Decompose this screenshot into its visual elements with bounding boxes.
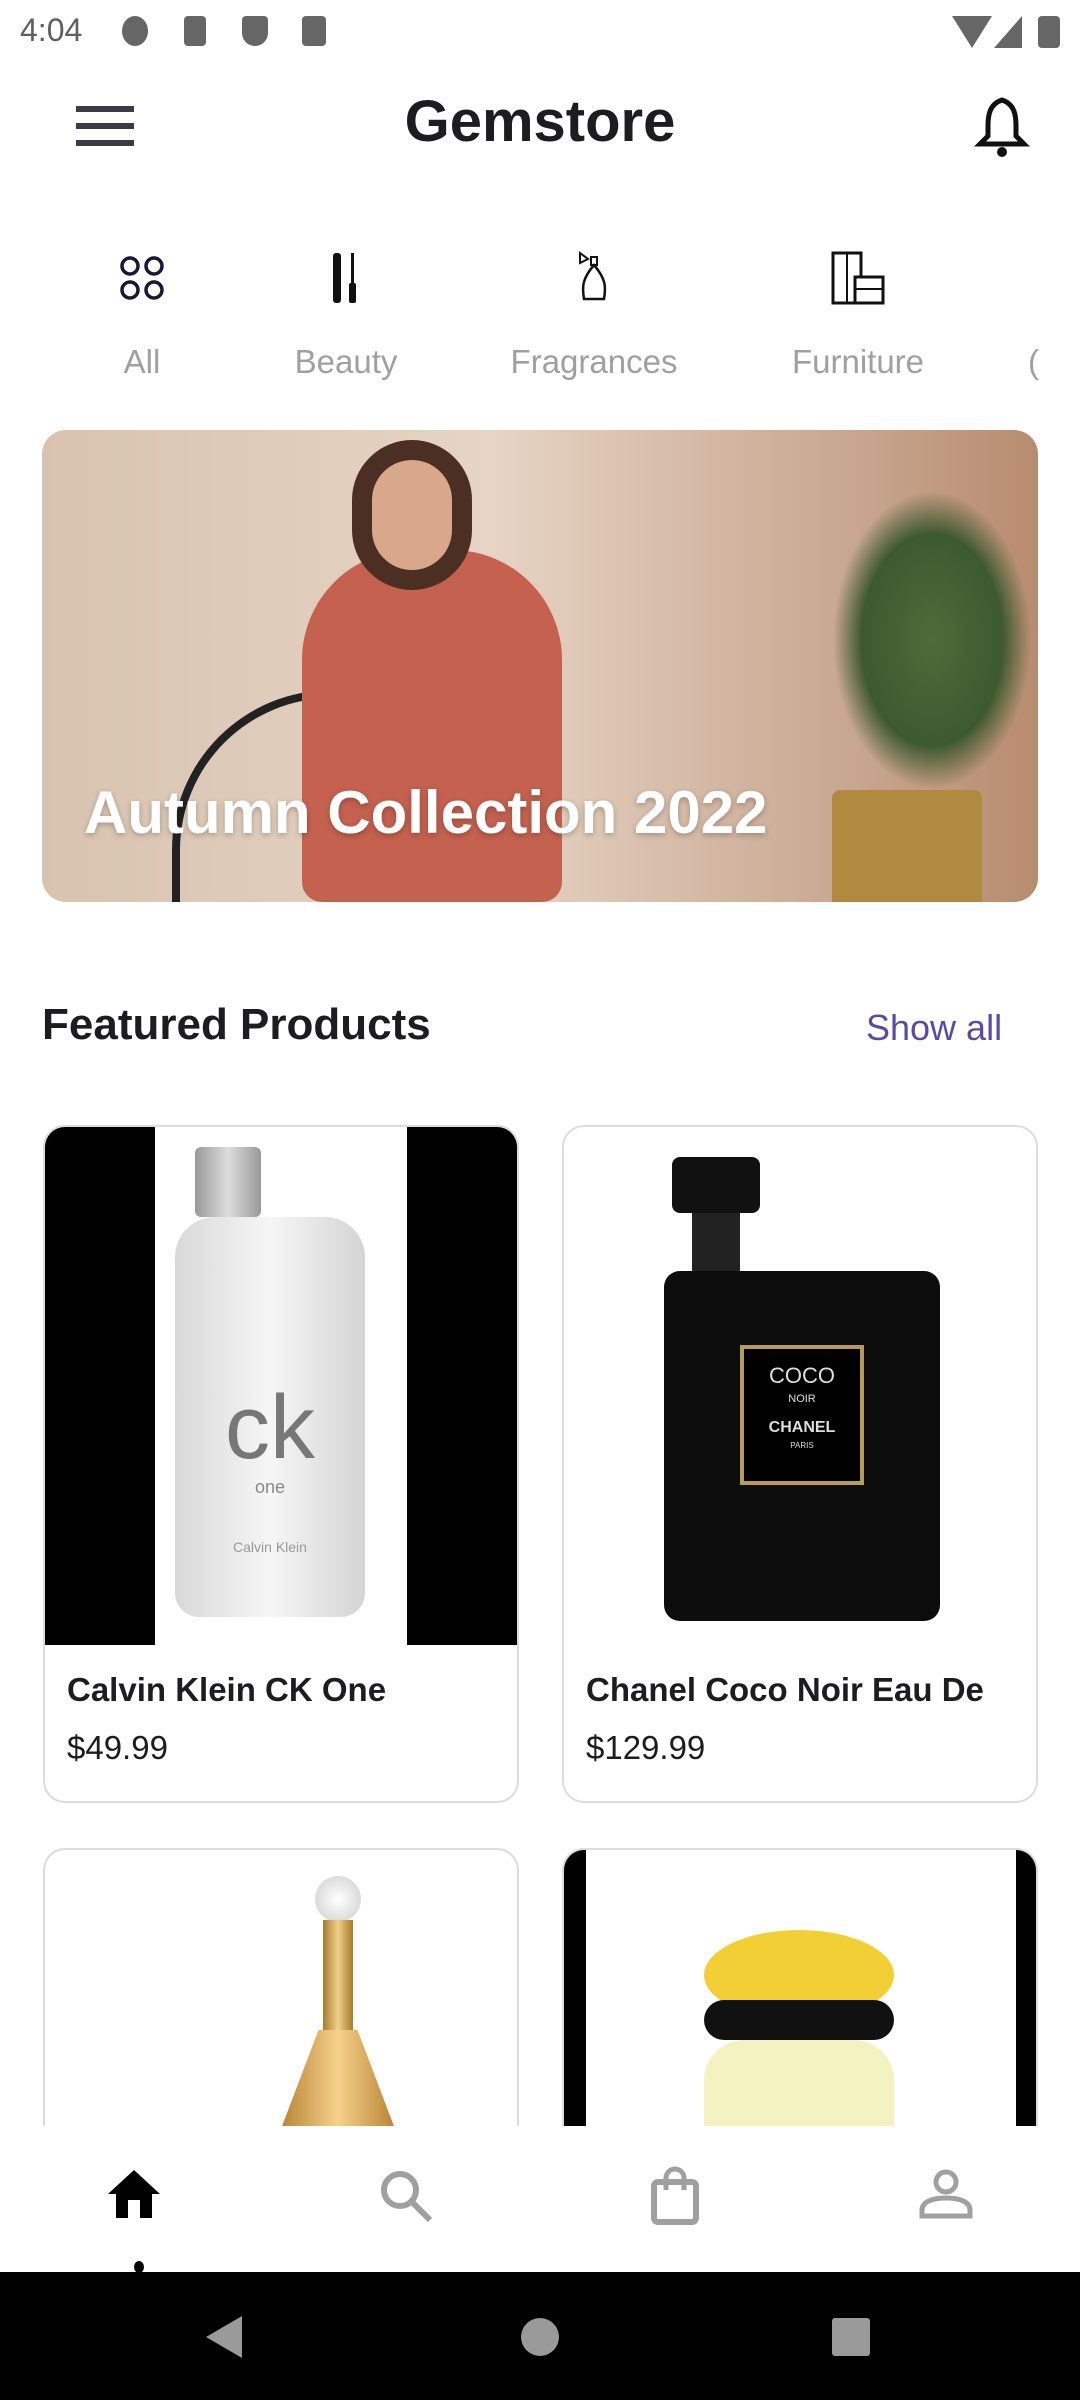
- product-price: $129.99: [586, 1729, 706, 1766]
- product-price: $49.99: [67, 1729, 168, 1766]
- notification-button[interactable]: [973, 96, 1031, 163]
- nav-cart[interactable]: [648, 2166, 704, 2231]
- app-title: Gemstore: [404, 89, 676, 154]
- wifi-icon: [952, 16, 992, 48]
- sd-card-icon: [302, 16, 326, 46]
- category-label: Fragrances: [510, 343, 678, 380]
- back-icon[interactable]: [206, 2316, 242, 2358]
- category-label: Furniture: [791, 343, 925, 380]
- shopping-bag-icon: [651, 2166, 699, 2225]
- category-beauty[interactable]: Beauty: [246, 235, 446, 381]
- status-bar: 4:04: [0, 0, 1080, 64]
- product-card[interactable]: ck one Calvin Klein Calvin Klein CK One …: [43, 1125, 519, 1803]
- wardrobe-icon: [815, 235, 901, 321]
- section-title: Featured Products: [42, 1000, 431, 1049]
- category-fragrances[interactable]: Fragrances: [494, 235, 694, 381]
- label-chanel: CHANEL: [768, 1419, 836, 1436]
- label-paris: PARIS: [790, 1441, 814, 1450]
- home-circle-icon[interactable]: [521, 2318, 559, 2356]
- bottle-logo: ck: [225, 1378, 315, 1478]
- recents-icon[interactable]: [832, 2318, 870, 2356]
- bottle-brand: Calvin Klein: [233, 1539, 307, 1555]
- signal-icon: [994, 16, 1022, 48]
- nav-search[interactable]: [378, 2168, 434, 2229]
- label-noir: NOIR: [788, 1393, 816, 1405]
- product-name: Chanel Coco Noir Eau De: [586, 1671, 984, 1708]
- search-icon: [381, 2171, 433, 2223]
- show-all-link[interactable]: Show all: [866, 1007, 1002, 1049]
- category-all[interactable]: All: [42, 235, 242, 381]
- product-name: Calvin Klein CK One: [67, 1671, 387, 1708]
- product-image: COCO NOIR CHANEL PARIS: [564, 1127, 1036, 1645]
- promo-banner[interactable]: Autumn Collection 2022: [42, 430, 1038, 902]
- perfume-bottle-icon: [551, 235, 637, 321]
- grid-circles-icon: [99, 235, 185, 321]
- category-label: (: [1028, 343, 1039, 380]
- category-partial[interactable]: (: [1028, 235, 1080, 381]
- battery-icon: [1038, 16, 1060, 48]
- label-coco: COCO: [769, 1363, 835, 1388]
- nav-profile[interactable]: [918, 2168, 974, 2225]
- profile-icon: [919, 2169, 973, 2219]
- banner-title: Autumn Collection 2022: [84, 779, 768, 846]
- settings-icon: [122, 16, 148, 46]
- bell-icon: [973, 97, 1031, 157]
- bottom-nav: [0, 2126, 1080, 2273]
- category-furniture[interactable]: Furniture: [758, 235, 958, 381]
- home-icon: [108, 2170, 160, 2218]
- nav-home[interactable]: [106, 2168, 162, 2225]
- product-card[interactable]: COCO NOIR CHANEL PARIS Chanel Coco Noir …: [562, 1125, 1038, 1803]
- category-label: All: [123, 343, 161, 380]
- product-image: ck one Calvin Klein: [45, 1127, 517, 1645]
- bottle-sub: one: [254, 1477, 286, 1497]
- a-icon: [184, 16, 206, 46]
- category-label: Beauty: [294, 343, 398, 380]
- system-nav-bar: [0, 2272, 1080, 2400]
- status-time: 4:04: [20, 12, 83, 48]
- shield-play-icon: [242, 16, 268, 46]
- mascara-icon: [303, 235, 389, 321]
